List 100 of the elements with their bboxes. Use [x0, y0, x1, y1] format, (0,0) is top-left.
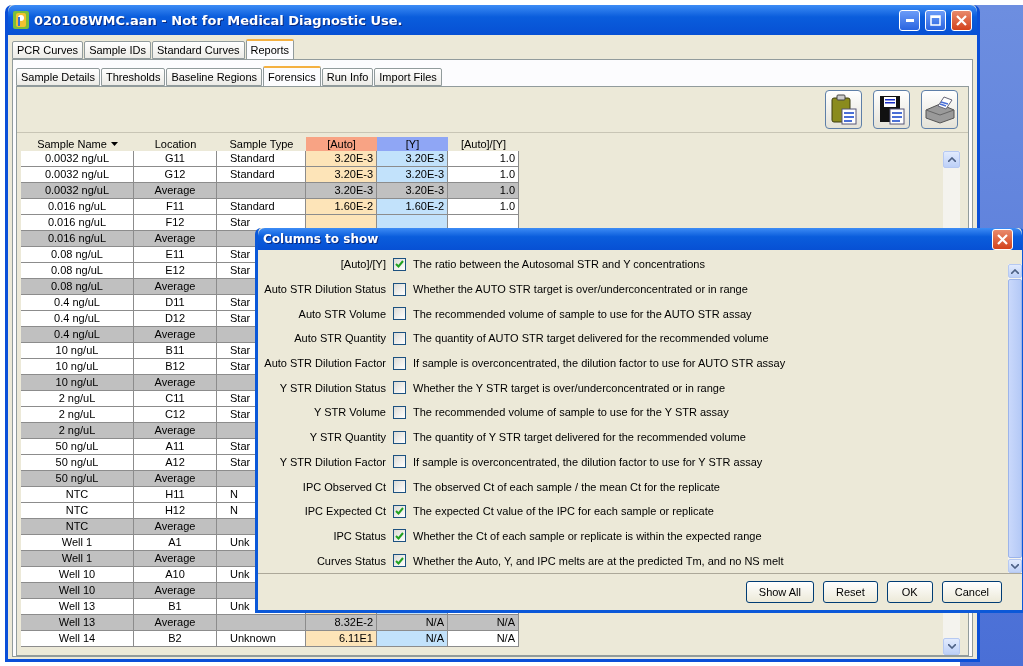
table-cell: Well 1 [21, 535, 134, 551]
table-cell: Average [134, 231, 217, 247]
table-cell: 50 ng/uL [21, 455, 134, 471]
table-cell: A12 [134, 455, 217, 471]
option-description: If sample is overconcentrated, the dilution factor to use for Y STR assay [413, 455, 764, 468]
dialog-button[interactable]: Cancel [941, 581, 1002, 603]
option-label: IPC Status [332, 529, 386, 542]
option-label: Auto STR Dilution Status [263, 283, 386, 296]
table-cell: Unknown [217, 631, 306, 647]
table-cell: Average [134, 279, 217, 295]
table-cell: Average [134, 375, 217, 391]
option-description: The recommended volume of sample to use for the Y STR assay [413, 406, 730, 419]
table-cell: N/A [448, 615, 519, 631]
table-cell: 1.0 [448, 183, 519, 199]
table-cell: 0.08 ng/uL [21, 279, 134, 295]
column-header[interactable]: [Y] [377, 137, 448, 151]
table-cell: 0.4 ng/uL [21, 295, 134, 311]
table-cell: 3.20E-3 [306, 151, 377, 167]
option-label: Y STR Quantity [308, 431, 386, 444]
table-cell: 2 ng/uL [21, 407, 134, 423]
dialog-button[interactable]: Show All [745, 581, 814, 603]
table-cell: 0.4 ng/uL [21, 311, 134, 327]
tab[interactable]: Sample IDs [84, 41, 151, 59]
column-header[interactable]: [Auto] [306, 137, 377, 151]
option-description: The recommended volume of sample to use for the AUTO STR assay [413, 307, 753, 320]
table-cell: B11 [134, 343, 217, 359]
table-cell: N/A [377, 615, 448, 631]
table-cell: 0.0032 ng/uL [21, 167, 134, 183]
table-cell: Average [134, 327, 217, 343]
table-cell: NTC [21, 503, 134, 519]
table-cell: 3.20E-3 [377, 151, 448, 167]
table-cell: 3.20E-3 [377, 167, 448, 183]
table-cell: B1 [134, 599, 217, 615]
table-cell: A10 [134, 567, 217, 583]
option-description: The ratio between the Autosomal STR and Y concentrations [413, 258, 706, 271]
table-cell: 10 ng/uL [21, 343, 134, 359]
option-description: The observed Ct of each sample / the mean Ct for the replicate [413, 480, 721, 493]
table-cell: E11 [134, 247, 217, 263]
option-description: Whether the Y STR target is over/underconcentrated or in range [413, 381, 727, 394]
table-cell: Standard [217, 167, 306, 183]
option-description: Whether the Ct of each sample or replicate is within the expected range [413, 529, 763, 542]
tab[interactable]: Sample Details [16, 68, 100, 86]
table-cell: Well 1 [21, 551, 134, 567]
table-cell: 8.32E-2 [306, 615, 377, 631]
table-cell: B12 [134, 359, 217, 375]
table-cell: N/A [448, 631, 519, 647]
tab[interactable]: PCR Curves [12, 41, 84, 59]
table-cell: 1.60E-2 [306, 199, 377, 215]
table-cell: Well 13 [21, 615, 134, 631]
option-label: Curves Status [315, 554, 386, 567]
table-cell: 1.0 [448, 167, 519, 183]
option-label: Y STR Dilution Status [278, 381, 386, 394]
table-cell: H11 [134, 487, 217, 503]
table-cell: E12 [134, 263, 217, 279]
table-cell: 0.4 ng/uL [21, 327, 134, 343]
option-description: The expected Ct value of the IPC for each sample or replicate [413, 505, 715, 518]
option-label: IPC Expected Ct [303, 505, 386, 518]
tab[interactable]: Reports [245, 39, 295, 59]
table-cell: H12 [134, 503, 217, 519]
option-description: The quantity of AUTO STR target delivered for the recommended volume [413, 332, 770, 345]
table-cell: F11 [134, 199, 217, 215]
table-cell: 3.20E-3 [306, 183, 377, 199]
table-cell: Average [134, 471, 217, 487]
option-description: The quantity of Y STR target delivered for the recommended volume [413, 431, 747, 444]
table-cell: 1.0 [448, 199, 519, 215]
option-label: [Auto]/[Y] [339, 258, 386, 271]
tab[interactable]: Run Info [321, 68, 374, 86]
table-cell: 50 ng/uL [21, 439, 134, 455]
table-cell: NTC [21, 519, 134, 535]
table-cell: Well 14 [21, 631, 134, 647]
option-label: Auto STR Quantity [293, 332, 386, 345]
table-cell: 0.0032 ng/uL [21, 183, 134, 199]
table-cell: 50 ng/uL [21, 471, 134, 487]
tab[interactable]: Forensics [263, 66, 321, 86]
table-cell: 0.016 ng/uL [21, 199, 134, 215]
dialog-button[interactable]: Reset [823, 581, 878, 603]
table-cell: A1 [134, 535, 217, 551]
option-description: Whether the AUTO STR target is over/underconcentrated or in range [413, 283, 749, 296]
table-cell: 3.20E-3 [377, 183, 448, 199]
table-cell: 0.08 ng/uL [21, 247, 134, 263]
table-cell: Average [134, 183, 217, 199]
tab[interactable]: Import Files [374, 68, 442, 86]
tab[interactable]: Thresholds [101, 68, 166, 86]
table-cell: F12 [134, 215, 217, 231]
table-cell: 1.60E-2 [377, 199, 448, 215]
tab[interactable]: Standard Curves [152, 41, 245, 59]
table-cell: C11 [134, 391, 217, 407]
table-cell: Average [134, 423, 217, 439]
dialog-title: Columns to show [263, 232, 380, 246]
dialog-button[interactable]: OK [886, 581, 933, 603]
table-cell: Average [134, 519, 217, 535]
table-cell: G12 [134, 167, 217, 183]
table-cell: D11 [134, 295, 217, 311]
tab[interactable]: Baseline Regions [166, 68, 263, 86]
table-cell: A11 [134, 439, 217, 455]
table-cell: 0.016 ng/uL [21, 215, 134, 231]
table-cell: N/A [377, 631, 448, 647]
table-cell: 3.20E-3 [306, 167, 377, 183]
table-cell: 10 ng/uL [21, 375, 134, 391]
table-cell: Well 13 [21, 599, 134, 615]
